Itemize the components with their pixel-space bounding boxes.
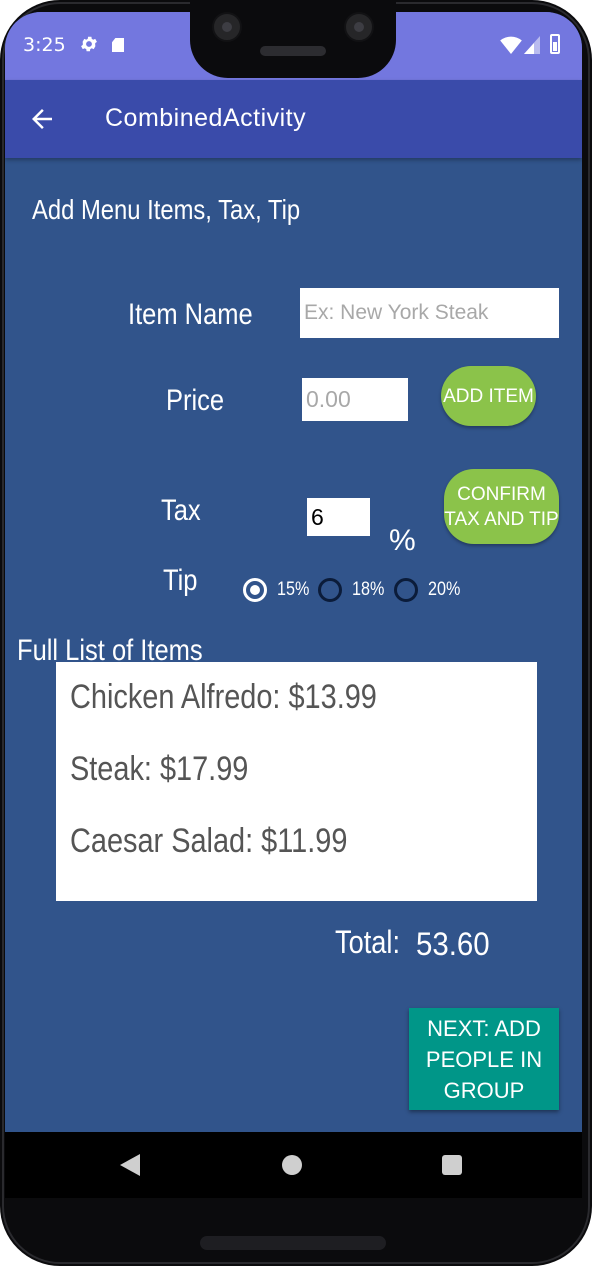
total-label: Total: xyxy=(335,924,401,960)
nav-recents-icon[interactable] xyxy=(442,1155,462,1175)
confirm-tax-tip-button[interactable]: CONFIRM TAX AND TIP xyxy=(444,469,559,544)
add-item-button[interactable]: ADD ITEM xyxy=(441,366,536,426)
app-bar: CombinedActivity xyxy=(5,80,582,158)
wifi-icon xyxy=(500,36,522,54)
navigation-bar xyxy=(5,1132,582,1198)
battery-icon xyxy=(550,34,560,54)
signal-icon xyxy=(524,36,540,54)
list-item: Steak: $17.99 xyxy=(70,750,249,788)
tip-option-label: 15% xyxy=(277,579,310,600)
phone-frame: 3:25 CombinedActivity Add Menu Items, Ta… xyxy=(0,0,592,1266)
front-camera-icon xyxy=(212,12,242,42)
nav-home-icon[interactable] xyxy=(282,1155,302,1175)
earpiece-speaker xyxy=(260,46,326,56)
percent-label: % xyxy=(389,524,416,557)
tax-label: Tax xyxy=(161,494,201,527)
form-heading: Add Menu Items, Tax, Tip xyxy=(32,194,301,225)
nav-back-icon[interactable] xyxy=(120,1154,140,1176)
radio-button[interactable] xyxy=(394,578,418,602)
sd-card-icon xyxy=(112,38,124,52)
list-item: Chicken Alfredo: $13.99 xyxy=(70,678,377,716)
radio-button[interactable] xyxy=(318,578,342,602)
total-value: 53.60 xyxy=(416,926,490,962)
tip-option-label: 20% xyxy=(428,579,461,600)
screen: 3:25 CombinedActivity Add Menu Items, Ta… xyxy=(5,12,582,1132)
tip-option-15[interactable]: 15% xyxy=(243,578,315,602)
gear-icon xyxy=(81,36,97,52)
camera-notch xyxy=(190,0,396,78)
price-input[interactable] xyxy=(302,378,408,421)
item-name-input[interactable] xyxy=(300,288,559,338)
price-label: Price xyxy=(166,384,225,417)
tip-option-20[interactable]: 20% xyxy=(394,578,466,602)
next-add-people-button[interactable]: NEXT: ADD PEOPLE IN GROUP xyxy=(409,1008,559,1110)
status-time: 3:25 xyxy=(23,34,66,56)
bottom-speaker xyxy=(200,1236,386,1250)
tax-input[interactable] xyxy=(307,498,370,536)
radio-button-checked[interactable] xyxy=(243,578,267,602)
tip-option-18[interactable]: 18% xyxy=(318,578,390,602)
items-list: Chicken Alfredo: $13.99 Steak: $17.99 Ca… xyxy=(56,662,537,901)
app-bar-title: CombinedActivity xyxy=(105,104,307,132)
front-camera-icon xyxy=(344,12,374,42)
item-name-label: Item Name xyxy=(128,298,253,331)
tip-option-label: 18% xyxy=(352,579,385,600)
back-arrow-icon[interactable] xyxy=(27,104,57,134)
tip-label: Tip xyxy=(163,564,198,597)
list-item: Caesar Salad: $11.99 xyxy=(70,822,348,860)
